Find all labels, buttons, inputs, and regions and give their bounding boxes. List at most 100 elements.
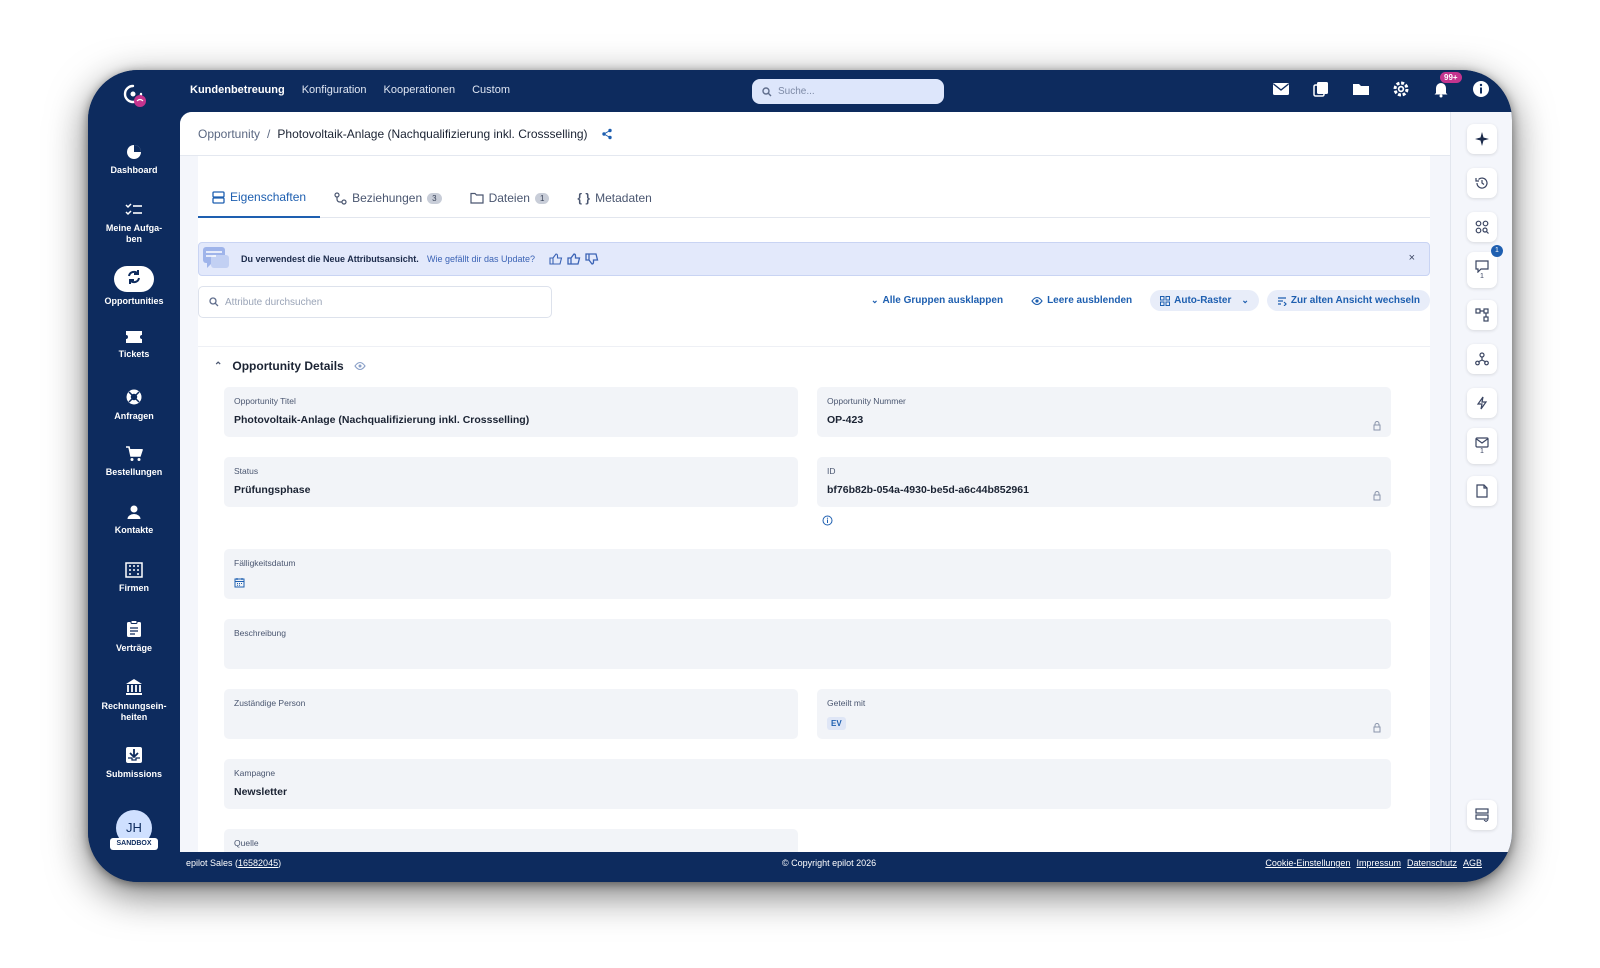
eye-icon: [1031, 296, 1043, 305]
folder-icon[interactable]: [1352, 80, 1370, 98]
expand-all-button[interactable]: ⌄ Alle Gruppen ausklappen: [861, 290, 1013, 311]
field-faelligkeitsdatum[interactable]: Fälligkeitsdatum: [224, 549, 1391, 599]
field-opportunity-nummer[interactable]: Opportunity Nummer OP-423: [817, 387, 1391, 437]
chevron-up-icon: ⌃: [214, 360, 223, 372]
auto-grid-dropdown[interactable]: Auto-Raster ⌄: [1150, 290, 1259, 311]
sidebar-item-dashboard[interactable]: Dashboard: [88, 144, 180, 176]
topnav-konfiguration[interactable]: Konfiguration: [302, 84, 367, 96]
breadcrumb-parent[interactable]: Opportunity: [198, 127, 260, 141]
calendar-icon[interactable]: [234, 577, 245, 588]
field-label: Geteilt mit: [827, 698, 866, 708]
sidebar-item-opportunities[interactable]: Opportunities: [88, 266, 180, 307]
field-geteilt-mit[interactable]: Geteilt mit EV: [817, 689, 1391, 739]
field-value: Photovoltaik-Anlage (Nachqualifizierung …: [234, 414, 530, 426]
old-view-button[interactable]: Zur alten Ansicht wechseln: [1266, 290, 1430, 311]
info-circle-icon[interactable]: [822, 515, 833, 526]
layout-list-icon: [1475, 808, 1489, 822]
tab-eigenschaften[interactable]: Eigenschaften: [198, 178, 321, 218]
history-button[interactable]: [1467, 168, 1497, 198]
shared-with-chip[interactable]: EV: [827, 717, 846, 730]
global-search-input[interactable]: Suche...: [752, 79, 944, 104]
footer-org-id-link[interactable]: 16582045: [238, 858, 278, 868]
sidebar-item-vertraege[interactable]: Verträge: [88, 620, 180, 654]
tab-label: Dateien: [488, 191, 530, 205]
footer-link-datenschutz[interactable]: Datenschutz: [1407, 858, 1457, 868]
footer: epilot Sales (16582045) © Copyright epil…: [180, 852, 1512, 882]
field-status[interactable]: Status Prüfungsphase: [224, 457, 798, 507]
document-button[interactable]: [1467, 476, 1497, 506]
sandbox-badge: SANDBOX: [110, 838, 158, 850]
comments-button[interactable]: 1 1: [1467, 245, 1503, 288]
main-content: Opportunity / Photovoltaik-Anlage (Nachq…: [180, 112, 1450, 852]
thumbs-down-icon[interactable]: [585, 253, 599, 265]
field-beschreibung[interactable]: Beschreibung: [224, 619, 1391, 669]
attribute-search-input[interactable]: Attribute durchsuchen: [198, 286, 552, 318]
lock-icon: [1373, 723, 1381, 733]
active-pill: [114, 266, 154, 292]
copy-icon[interactable]: [1312, 80, 1330, 98]
field-quelle[interactable]: Quelle: [224, 829, 798, 852]
field-zustaendige-person[interactable]: Zuständige Person: [224, 689, 798, 739]
sidebar-item-label: Kontakte: [114, 525, 154, 535]
breadcrumb-bar: Opportunity / Photovoltaik-Anlage (Nachq…: [180, 112, 1450, 156]
hide-empty-button[interactable]: Leere ausblenden: [1021, 290, 1142, 311]
sidebar-item-anfragen[interactable]: Anfragen: [88, 388, 180, 422]
footer-links: Cookie-Einstellungen Impressum Datenschu…: [1265, 858, 1482, 868]
bank-icon: [126, 679, 142, 695]
mail-icon[interactable]: [1272, 80, 1290, 98]
chevron-down-icon: ⌄: [1241, 295, 1249, 305]
sidebar-item-rechnungseinheiten[interactable]: Rechnungsein- heiten: [88, 678, 180, 723]
field-kampagne[interactable]: Kampagne Newsletter: [224, 759, 1391, 809]
footer-link-agb[interactable]: AGB: [1463, 858, 1482, 868]
workflow-icon: [1475, 308, 1489, 322]
thumbs-up-outline-icon[interactable]: [549, 253, 563, 265]
sidebar-item-label: Firmen: [118, 583, 149, 593]
eye-icon[interactable]: [354, 361, 366, 371]
field-label: Fälligkeitsdatum: [234, 558, 296, 568]
field-id[interactable]: ID bf76b82b-054a-4930-be5d-a6c44b852961: [817, 457, 1391, 507]
lightning-button[interactable]: [1467, 388, 1497, 418]
tab-bar: Eigenschaften Beziehungen 3 Dateien 1 { …: [198, 178, 1430, 218]
auto-grid-label: Auto-Raster: [1174, 295, 1232, 306]
bell-icon[interactable]: 99+: [1432, 72, 1462, 98]
field-opportunity-titel[interactable]: Opportunity Titel Photovoltaik-Anlage (N…: [224, 387, 798, 437]
hide-empty-label: Leere ausblenden: [1047, 295, 1133, 306]
footer-link-impressum[interactable]: Impressum: [1356, 858, 1401, 868]
banner-close-button[interactable]: ×: [1409, 252, 1415, 264]
footer-org-prefix: epilot Sales (: [186, 858, 239, 868]
sidebar-item-submissions[interactable]: Submissions: [88, 746, 180, 780]
footer-org: epilot Sales (16582045): [186, 858, 281, 868]
old-view-label: Zur alten Ansicht wechseln: [1290, 295, 1420, 306]
tab-metadaten[interactable]: { } Metadaten: [563, 178, 665, 218]
mail-rail-button[interactable]: 1: [1467, 428, 1497, 464]
gear-icon[interactable]: [1392, 80, 1410, 98]
ai-sparkle-button[interactable]: [1467, 124, 1497, 154]
share-icon[interactable]: [601, 128, 613, 140]
sidebar-item-tickets[interactable]: Tickets: [88, 330, 180, 360]
thumbs-up-icon[interactable]: [567, 253, 581, 265]
tab-label: Eigenschaften: [230, 190, 307, 204]
epilot-logo[interactable]: [120, 82, 146, 108]
automation-button[interactable]: [1467, 344, 1497, 374]
topnav-custom[interactable]: Custom: [472, 84, 510, 96]
breadcrumb: Opportunity / Photovoltaik-Anlage (Nachq…: [198, 127, 613, 141]
sidebar-item-firmen[interactable]: Firmen: [88, 562, 180, 594]
tab-dateien[interactable]: Dateien 1: [456, 178, 564, 218]
apps-button[interactable]: [1467, 212, 1497, 242]
info-icon[interactable]: [1472, 80, 1490, 98]
sidebar-item-bestellungen[interactable]: Bestellungen: [88, 446, 180, 478]
tab-beziehungen[interactable]: Beziehungen 3: [320, 178, 456, 218]
workflow-button[interactable]: [1467, 300, 1497, 330]
sidebar-item-meine-aufgaben[interactable]: Meine Aufga- ben: [88, 202, 180, 245]
topnav-kundenbetreuung[interactable]: Kundenbetreuung: [190, 84, 285, 96]
layout-settings-button[interactable]: [1467, 800, 1497, 830]
group-header[interactable]: ⌃ Opportunity Details: [214, 359, 366, 373]
person-icon: [127, 505, 141, 519]
topnav-kooperationen[interactable]: Kooperationen: [384, 84, 456, 96]
sidebar-item-kontakte[interactable]: Kontakte: [88, 504, 180, 536]
comments-icon: [1475, 259, 1489, 273]
ticket-icon: [126, 331, 142, 343]
footer-link-cookie[interactable]: Cookie-Einstellungen: [1265, 858, 1350, 868]
mail-count: 1: [1480, 447, 1484, 455]
group-title: Opportunity Details: [232, 359, 344, 373]
